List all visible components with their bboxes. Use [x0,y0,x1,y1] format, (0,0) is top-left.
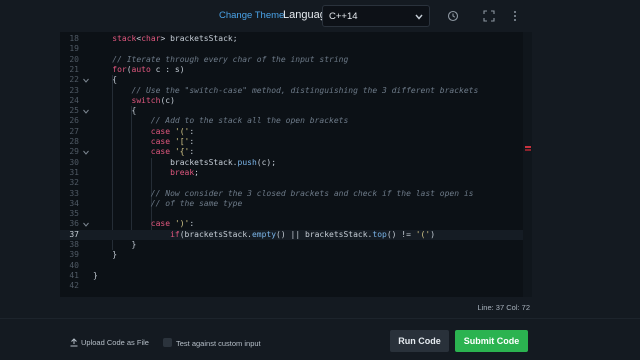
code-line[interactable]: 25 { [60,106,532,116]
code-text: } [93,270,98,280]
code-line[interactable]: 29 case '{': [60,147,532,157]
line-number: 18 [69,34,79,43]
error-marker-secondary [525,149,531,151]
code-line[interactable]: 19 [60,44,532,54]
code-line[interactable]: 26 // Add to the stack all the open brac… [60,116,532,126]
cursor-position: Line: 37 Col: 72 [477,303,530,312]
footer-divider [0,318,640,319]
more-vertical-icon[interactable] [509,10,521,22]
code-line[interactable]: 42 [60,281,532,291]
code-line[interactable]: 41} [60,271,532,281]
code-line[interactable]: 35 [60,209,532,219]
code-text: // Use the "switch-case" method, disting… [131,85,479,95]
error-marker [525,146,531,148]
code-text: { [93,75,118,85]
code-line[interactable]: 18 stack<char> bracketsStack; [60,34,532,44]
code-text: case ')': [150,219,195,229]
history-icon[interactable] [447,10,459,22]
line-number: 40 [69,260,79,270]
fold-chevron-icon[interactable] [83,222,89,228]
line-number: 19 [69,44,79,54]
line-number: 23 [69,85,79,95]
code-text: // of the same type [150,198,243,208]
code-line[interactable]: 28 case '[': [60,137,532,147]
run-code-button[interactable]: Run Code [390,330,449,352]
code-text: for(auto c : s) [112,64,185,74]
fold-chevron-icon[interactable] [83,78,89,83]
code-text: // Now consider the 3 closed brackets an… [150,188,474,198]
code-line[interactable]: 20 // Iterate through every char of the … [60,55,532,65]
line-number: 21 [69,64,79,74]
code-text: bracketsStack.push(c); [93,157,277,167]
code-line[interactable]: 36 case ')': [60,219,532,229]
code-text: case '[': [150,137,195,146]
line-number: 29 [69,147,79,157]
code-line[interactable]: 39 } [60,250,532,260]
code-line[interactable]: 22 { [60,75,532,85]
change-theme-link[interactable]: Change Theme [219,10,284,21]
top-toolbar: Change Theme Language C++14 [0,0,640,32]
code-line[interactable]: 40 [60,261,532,271]
line-number: 42 [69,281,79,291]
line-number: 41 [69,270,79,280]
line-number: 32 [69,178,79,188]
line-number: 33 [69,188,79,198]
editor-scrollbar[interactable] [523,32,532,297]
code-text: { [93,106,137,116]
code-line[interactable]: 21 for(auto c : s) [60,65,532,75]
custom-input-checkbox[interactable] [163,338,172,347]
line-number: 37 [69,229,79,239]
line-number: 26 [69,116,79,126]
code-line[interactable]: 38 } [60,240,532,250]
code-line[interactable]: 30 bracketsStack.push(c); [60,158,532,168]
line-number: 39 [69,250,79,260]
custom-input-label: Test against custom input [176,339,261,348]
line-number: 31 [69,167,79,177]
line-number: 22 [69,75,79,85]
line-number: 36 [69,219,79,229]
code-line[interactable]: 33 // Now consider the 3 closed brackets… [60,189,532,199]
code-editor[interactable]: 18 stack<char> bracketsStack; 19 20 // Ite… [60,32,532,297]
code-line[interactable]: 27 case '(': [60,127,532,137]
code-text: // Iterate through every char of the inp… [112,54,349,64]
code-line[interactable]: 23 // Use the "switch-case" method, dist… [60,86,532,96]
code-line[interactable]: 31 break; [60,168,532,178]
code-line[interactable]: 37 if(bracketsStack.empty() || bracketsS… [60,229,532,240]
code-text: stack<char> bracketsStack; [112,34,238,43]
line-number: 25 [69,106,79,116]
upload-code-link[interactable]: Upload Code as File [70,338,149,347]
code-text: break; [170,167,199,177]
upload-icon [70,338,78,347]
line-number: 20 [69,54,79,64]
code-text: if(bracketsStack.empty() || bracketsStac… [170,229,436,239]
code-text: switch(c) [131,95,175,105]
code-line[interactable]: 34 // of the same type [60,199,532,209]
language-select-value: C++14 [329,11,358,22]
fold-chevron-icon[interactable] [83,109,89,114]
chevron-down-icon [415,14,423,20]
line-number: 35 [69,209,79,219]
code-line[interactable]: 24 switch(c) [60,96,532,106]
line-number: 24 [69,95,79,105]
language-select[interactable]: C++14 [322,5,430,27]
code-text: } [93,240,137,249]
line-number: 27 [69,126,79,136]
code-text: case '(': [150,126,195,136]
line-number: 38 [69,240,79,249]
fullscreen-icon[interactable] [483,10,495,22]
upload-code-label: Upload Code as File [81,338,149,347]
line-number: 30 [69,157,79,167]
submit-code-button[interactable]: Submit Code [455,330,528,352]
code-line[interactable]: 32 [60,178,532,188]
code-text: // Add to the stack all the open bracket… [150,116,349,126]
line-number: 28 [69,137,79,146]
fold-chevron-icon[interactable] [83,150,89,156]
code-text: case '{': [150,147,195,157]
code-text: } [93,250,118,260]
line-number: 34 [69,198,79,208]
